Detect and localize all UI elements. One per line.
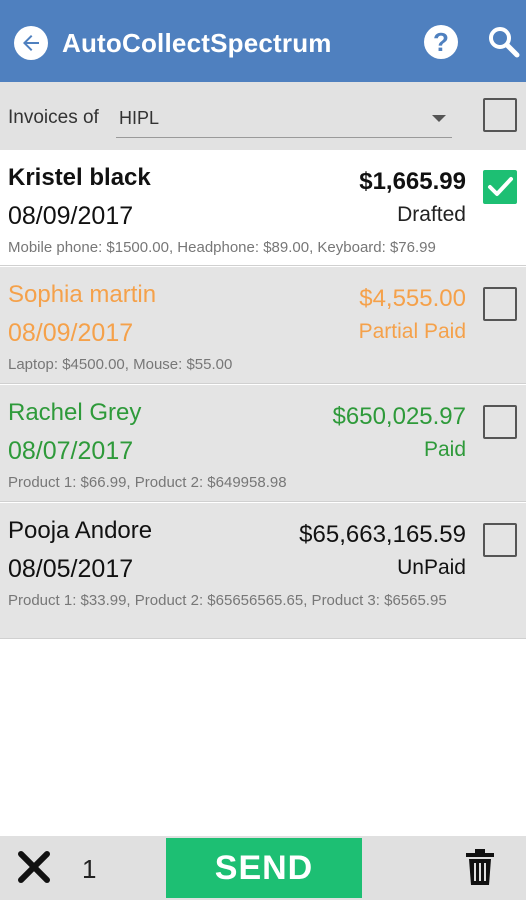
check-icon <box>488 177 513 196</box>
search-button[interactable] <box>486 24 522 60</box>
customer-name: Kristel black <box>8 164 151 191</box>
invoice-row[interactable]: Kristel black 08/09/2017 $1,665.99 Draft… <box>0 150 526 266</box>
invoice-status: Paid <box>423 438 466 461</box>
invoice-items: Product 1: $33.99, Product 2: $65656565.… <box>8 592 447 609</box>
close-icon <box>18 851 50 883</box>
customer-name: Pooja Andore <box>8 517 153 544</box>
company-select-value: HIPL <box>119 108 160 128</box>
invoice-date: 08/09/2017 <box>8 202 134 230</box>
select-all-checkbox[interactable] <box>483 98 517 132</box>
invoice-date: 08/09/2017 <box>8 319 134 347</box>
bottom-action-bar: 1 SEND <box>0 836 526 900</box>
invoice-checkbox[interactable] <box>483 287 517 321</box>
help-button[interactable]: ? <box>424 25 458 59</box>
back-button[interactable] <box>14 26 48 60</box>
app-bar: AutoCollectSpectrum ? <box>0 0 526 82</box>
invoice-row[interactable]: Pooja Andore 08/05/2017 $65,663,165.59 U… <box>0 503 526 639</box>
selected-count: 1 <box>82 854 97 884</box>
invoice-checkbox[interactable] <box>483 170 517 204</box>
customer-name: Rachel Grey <box>8 399 142 426</box>
help-icon: ? <box>433 26 449 57</box>
chevron-down-icon <box>432 115 446 122</box>
customer-name: Sophia martin <box>8 281 157 308</box>
trash-icon <box>466 849 494 885</box>
invoice-amount: $1,665.99 <box>359 168 466 195</box>
invoice-date: 08/05/2017 <box>8 555 134 583</box>
invoice-status: Partial Paid <box>358 320 466 343</box>
invoice-row[interactable]: Sophia martin 08/09/2017 $4,555.00 Parti… <box>0 267 526 384</box>
send-button[interactable]: SEND <box>166 838 362 898</box>
invoice-checkbox[interactable] <box>483 405 517 439</box>
invoice-status: Drafted <box>397 203 466 226</box>
search-icon <box>489 27 520 58</box>
invoice-amount: $650,025.97 <box>332 403 466 430</box>
invoice-row[interactable]: Rachel Grey 08/07/2017 $650,025.97 Paid … <box>0 385 526 502</box>
invoice-status: UnPaid <box>397 556 466 579</box>
invoice-date: 08/07/2017 <box>8 437 134 465</box>
invoice-items: Laptop: $4500.00, Mouse: $55.00 <box>8 356 233 373</box>
invoice-amount: $4,555.00 <box>359 285 466 312</box>
invoice-items: Product 1: $66.99, Product 2: $649958.98 <box>8 474 287 491</box>
invoice-amount: $65,663,165.59 <box>299 521 466 548</box>
app-title: AutoCollectSpectrum <box>62 28 332 58</box>
clear-selection-button[interactable] <box>16 849 52 885</box>
invoice-checkbox[interactable] <box>483 523 517 557</box>
back-arrow-icon <box>23 35 39 51</box>
filter-bar: Invoices of HIPL <box>0 82 526 150</box>
invoice-items: Mobile phone: $1500.00, Headphone: $89.0… <box>8 239 436 256</box>
filter-label: Invoices of <box>8 107 99 128</box>
delete-button[interactable] <box>462 848 498 886</box>
company-select[interactable]: HIPL <box>116 102 452 138</box>
